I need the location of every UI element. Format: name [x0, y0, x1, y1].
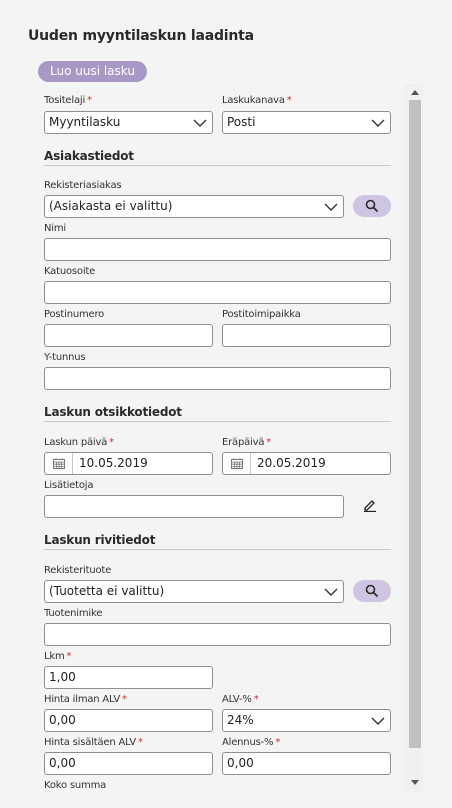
hinta-ilman-alv-label: Hinta ilman ALV *	[44, 694, 127, 705]
chevron-down-icon	[371, 717, 385, 725]
lkm-input[interactable]: 1,00	[44, 666, 213, 689]
pencil-icon[interactable]	[363, 498, 377, 512]
product-search-button[interactable]	[353, 580, 391, 602]
scroll-down-arrow-icon[interactable]	[410, 779, 420, 787]
laskun-paiva-label: Laskun päivä *	[44, 437, 114, 448]
section-divider	[44, 165, 391, 166]
calendar-icon[interactable]	[45, 453, 73, 474]
chevron-down-icon	[324, 588, 338, 596]
section-divider	[44, 421, 391, 422]
nimi-label: Nimi	[44, 223, 66, 234]
section-asiakastiedot: Asiakastiedot	[44, 149, 134, 163]
lkm-label: Lkm *	[44, 651, 72, 662]
calendar-icon[interactable]	[223, 453, 251, 474]
section-rivitiedot: Laskun rivitiedot	[44, 533, 156, 547]
laskun-paiva-input[interactable]: 10.05.2019	[44, 452, 213, 475]
laskukanava-select[interactable]: Posti	[222, 111, 391, 134]
lisatietoja-input[interactable]	[44, 495, 344, 518]
chevron-down-icon	[324, 203, 338, 211]
hinta-sis-alv-label: Hinta sisältäen ALV *	[44, 737, 143, 748]
laskukanava-label: Laskukanava *	[222, 95, 292, 106]
tositelaji-select[interactable]: Myyntilasku	[44, 111, 213, 134]
rekisterituote-label: Rekisterituote	[44, 565, 112, 576]
ytunnus-label: Y-tunnus	[44, 352, 86, 363]
alennus-label: Alennus-% *	[222, 737, 281, 748]
rekisteriasiakas-label: Rekisteriasiakas	[44, 180, 122, 191]
postinumero-input[interactable]	[44, 324, 213, 347]
postitoimipaikka-input[interactable]	[222, 324, 391, 347]
page-title: Uuden myyntilaskun laadinta	[28, 28, 254, 44]
postitoimipaikka-label: Postitoimipaikka	[222, 309, 301, 320]
erapaiva-input[interactable]: 20.05.2019	[222, 452, 391, 475]
scrollbar-thumb[interactable]	[409, 100, 421, 748]
alennus-input[interactable]: 0,00	[222, 752, 391, 775]
scroll-up-arrow-icon[interactable]	[410, 88, 420, 96]
section-divider	[44, 549, 391, 550]
hinta-sis-alv-input[interactable]: 0,00	[44, 752, 213, 775]
tuotenimike-label: Tuotenimike	[44, 608, 103, 619]
erapaiva-label: Eräpäivä *	[222, 437, 272, 448]
koko-summa-label: Koko summa	[44, 780, 107, 791]
rekisteriasiakas-select[interactable]: (Asiakasta ei valittu)	[44, 195, 344, 218]
ytunnus-input[interactable]	[44, 367, 391, 390]
new-invoice-button[interactable]: Luo uusi lasku	[38, 61, 147, 82]
chevron-down-icon	[371, 119, 385, 127]
rekisterituote-select[interactable]: (Tuotetta ei valittu)	[44, 580, 344, 603]
tuotenimike-input[interactable]	[44, 623, 391, 646]
katuosoite-label: Katuosoite	[44, 266, 96, 277]
search-icon	[365, 584, 379, 598]
alv-label: ALV-% *	[222, 694, 259, 705]
hinta-ilman-alv-input[interactable]: 0,00	[44, 709, 213, 732]
chevron-down-icon	[193, 119, 207, 127]
lisatietoja-label: Lisätietoja	[44, 480, 94, 491]
tositelaji-label: Tositelaji *	[44, 95, 92, 106]
alv-select[interactable]: 24%	[222, 709, 391, 732]
postinumero-label: Postinumero	[44, 309, 105, 320]
nimi-input[interactable]	[44, 238, 391, 261]
section-otsikkotiedot: Laskun otsikkotiedot	[44, 405, 182, 419]
search-icon	[365, 199, 379, 213]
katuosoite-input[interactable]	[44, 281, 391, 304]
customer-search-button[interactable]	[353, 195, 391, 217]
